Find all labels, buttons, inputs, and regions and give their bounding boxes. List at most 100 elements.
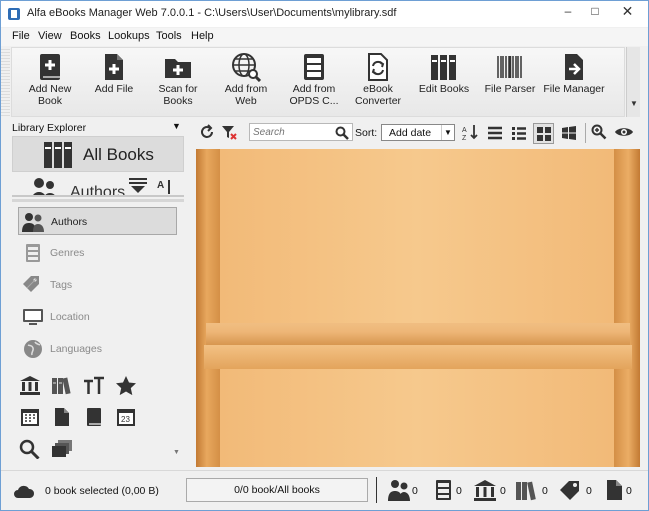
authors-header-label: Authors <box>70 184 126 197</box>
barcode-icon <box>497 56 522 78</box>
scan-for-books-button[interactable]: Scan for Books <box>146 50 210 116</box>
calendar-icon[interactable] <box>19 407 41 427</box>
menu-help[interactable]: Help <box>191 30 214 42</box>
list-details-icon <box>488 126 502 140</box>
search-icon[interactable] <box>19 439 41 459</box>
cabinet-icon <box>436 480 451 500</box>
opds-cabinet-icon <box>304 54 324 80</box>
content-toolbar: Sort: Add date ▼ AZ <box>189 119 641 147</box>
globe-search-icon <box>232 53 261 82</box>
search-input[interactable] <box>253 125 331 139</box>
sort-direction-icon[interactable]: AZ <box>462 124 478 140</box>
shelf-front-edge <box>204 345 632 369</box>
nav-languages[interactable]: Languages <box>18 335 177 363</box>
shelf-left-side <box>196 149 220 467</box>
windows-tiles-icon <box>562 126 576 140</box>
view-shelf-button[interactable] <box>533 123 554 144</box>
app-logo-icon <box>8 8 20 20</box>
text-size-icon[interactable] <box>83 375 105 395</box>
chevron-down-icon[interactable]: ▼ <box>173 449 180 456</box>
shelf-board-top <box>206 323 630 345</box>
list-icon <box>512 127 526 140</box>
ebook-converter-button[interactable]: eBook Converter <box>346 50 410 116</box>
nav-tags[interactable]: Tags <box>18 271 177 299</box>
view-list-button[interactable] <box>509 123 529 143</box>
authors-icon <box>22 213 44 232</box>
stat-files: 0 <box>604 479 632 504</box>
file-parser-button[interactable]: File Parser <box>478 50 542 116</box>
stat-publishers: 0 <box>473 479 506 504</box>
shelf-back-panel-lower <box>220 369 614 467</box>
authors-icon <box>33 178 55 195</box>
all-books-button[interactable]: All Books <box>12 136 184 172</box>
sort-alpha-icon[interactable]: A <box>156 178 174 196</box>
search-box[interactable] <box>249 123 353 141</box>
menu-tools[interactable]: Tools <box>156 30 182 42</box>
svg-text:23: 23 <box>121 415 130 424</box>
window-title: Alfa eBooks Manager Web 7.0.0.1 - C:\Use… <box>27 7 397 19</box>
menu-books[interactable]: Books <box>70 30 101 42</box>
publisher-icon[interactable] <box>19 375 41 395</box>
sort-select-value: Add date <box>389 127 432 139</box>
tags-icon <box>560 481 579 500</box>
add-from-web-button[interactable]: Add from Web <box>214 50 278 116</box>
nav-genres[interactable]: Genres <box>18 239 177 267</box>
zoom-icon[interactable] <box>591 124 607 140</box>
stat-cabinet: 0 <box>433 479 462 504</box>
edit-books-button[interactable]: Edit Books <box>412 50 476 116</box>
scan-folder-icon <box>165 59 191 78</box>
bookshelf-view[interactable] <box>196 149 640 467</box>
svg-text:Z: Z <box>462 135 467 140</box>
nav-location[interactable]: Location <box>18 303 177 331</box>
status-divider <box>376 477 377 503</box>
menu-file[interactable]: File <box>12 30 30 42</box>
nav-authors[interactable]: Authors <box>18 207 177 235</box>
publisher-icon <box>474 480 496 501</box>
add-new-book-button[interactable]: Add New Book <box>18 50 82 116</box>
series-icon <box>516 481 536 501</box>
library-explorer-title: Library Explorer <box>12 122 87 134</box>
main-toolbar: Add New Book Add File Scan for Books Add… <box>11 47 625 117</box>
search-icon[interactable] <box>335 126 349 140</box>
series-icon[interactable] <box>51 375 73 395</box>
grid-icon <box>537 127 551 141</box>
genres-icon <box>26 244 40 262</box>
converter-icon <box>368 53 388 81</box>
add-from-opds-button[interactable]: Add from OPDS C... <box>282 50 346 116</box>
book-icon[interactable] <box>83 407 105 427</box>
minimize-button[interactable]: – <box>555 2 581 22</box>
eye-icon[interactable] <box>614 124 634 140</box>
date-23-icon[interactable]: 23 <box>115 407 137 427</box>
file-manager-button[interactable]: File Manager <box>542 50 606 116</box>
status-bar: 0 book selected (0,00 B) 0/0 book/All bo… <box>1 470 648 510</box>
collapse-icon[interactable] <box>128 177 148 195</box>
shelf-right-side <box>614 149 640 467</box>
panel-menu-button[interactable]: ▼ <box>172 121 181 131</box>
close-button[interactable]: ✕ <box>609 2 646 22</box>
star-icon[interactable] <box>115 375 137 395</box>
refresh-icon[interactable] <box>199 124 215 140</box>
add-file-button[interactable]: Add File <box>82 50 146 116</box>
selection-status: 0 book selected (0,00 B) <box>45 485 159 497</box>
menu-bar: File View Books Lookups Tools Help <box>1 28 648 46</box>
document-icon[interactable] <box>51 407 73 427</box>
cloud-icon <box>14 485 35 498</box>
authors-group-header[interactable]: Authors A <box>12 175 184 197</box>
clear-filter-icon[interactable] <box>221 124 237 140</box>
add-file-icon <box>105 54 123 80</box>
toolbar-grip[interactable] <box>1 47 10 117</box>
sort-select[interactable]: Add date ▼ <box>381 124 455 141</box>
menu-lookups[interactable]: Lookups <box>108 30 150 42</box>
add-new-book-icon <box>40 54 60 80</box>
stat-tags: 0 <box>558 479 592 504</box>
menu-view[interactable]: View <box>38 30 62 42</box>
title-bar: Alfa eBooks Manager Web 7.0.0.1 - C:\Use… <box>1 1 648 27</box>
library-explorer: Library Explorer ▼ All Books Authors A A… <box>9 119 187 467</box>
all-books-label: All Books <box>83 145 154 164</box>
view-tiles-button[interactable] <box>559 123 579 143</box>
stack-icon[interactable] <box>51 439 73 459</box>
toolbar-overflow-button[interactable]: ▼ <box>626 47 640 117</box>
view-details-button[interactable] <box>485 123 505 143</box>
maximize-button[interactable]: □ <box>582 2 608 22</box>
monitor-icon <box>23 309 43 325</box>
